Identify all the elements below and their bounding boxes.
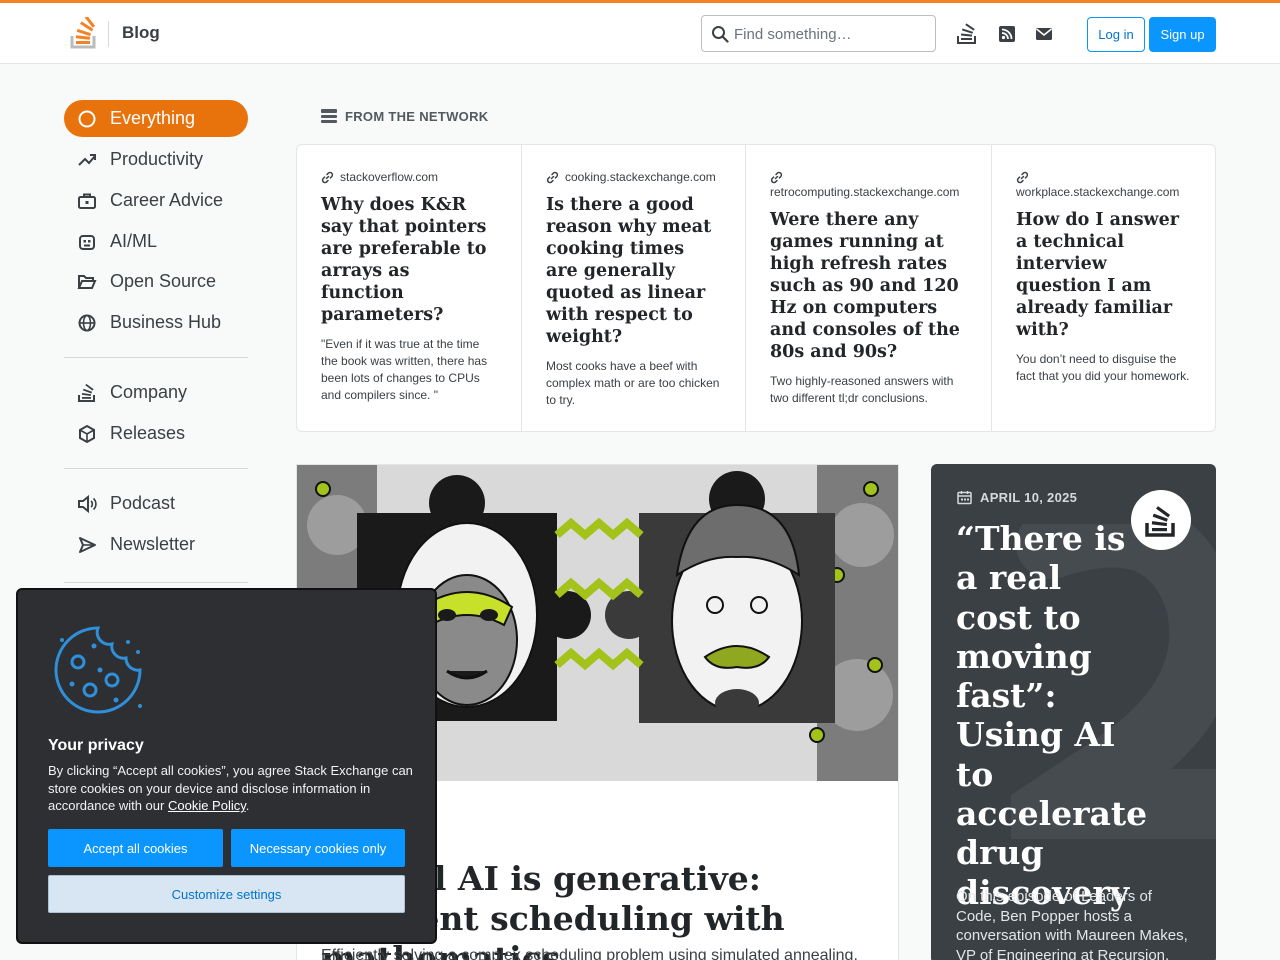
network-questions: stackoverflow.com Why does K&R say that …	[296, 144, 1216, 432]
search-input[interactable]	[734, 22, 929, 46]
send-icon	[77, 535, 97, 555]
blog-title[interactable]: Blog	[122, 23, 160, 43]
sidebar-item-productivity[interactable]: Productivity	[64, 141, 248, 178]
sidebar-item-everything[interactable]: Everything	[64, 100, 248, 137]
sidebar-item-label: Productivity	[110, 149, 204, 169]
stack-logo-icon	[77, 383, 97, 403]
network-site: retrocomputing.stackexchange.com	[770, 169, 967, 201]
sidebar-divider	[64, 357, 248, 358]
signup-button[interactable]: Sign up	[1149, 17, 1216, 52]
question-excerpt: "Even if it was true at the time the boo…	[321, 337, 488, 402]
sidebar-item-company[interactable]: Company	[64, 374, 248, 411]
sidebar-item-podcast[interactable]: Podcast	[64, 485, 248, 522]
sidebar-item-ai-ml[interactable]: AI/ML	[64, 223, 248, 260]
sidebar-item-label: Business Hub	[110, 312, 222, 332]
site-name: stackoverflow.com	[340, 170, 439, 184]
cookie-policy-link[interactable]: Cookie Policy	[168, 798, 246, 813]
network-site: cooking.stackexchange.com	[546, 169, 721, 186]
sidebar-item-label: Newsletter	[110, 534, 196, 554]
cube-icon	[77, 424, 97, 444]
podcast-card[interactable]: APRIL 10, 2025 “There is a real cost to …	[931, 464, 1216, 960]
stack-logo-icon	[1145, 506, 1175, 537]
top-bar: Blog Log in Sign up	[0, 0, 1280, 64]
network-card[interactable]: cooking.stackexchange.com Is there a goo…	[521, 145, 745, 431]
site-name: workplace.stackexchange.com	[1016, 185, 1180, 199]
podcast-date: APRIL 10, 2025	[957, 490, 1077, 505]
sidebar-item-label: Company	[110, 382, 188, 402]
question-title[interactable]: Is there a good reason why meat cooking …	[546, 194, 721, 348]
question-excerpt: Two highly-reasoned answers with two dif…	[770, 374, 954, 405]
search-icon	[712, 26, 729, 43]
podcast-title[interactable]: “There is a real cost to moving fast”: U…	[956, 519, 1147, 912]
calendar-icon	[957, 491, 972, 505]
search-box[interactable]	[701, 15, 936, 52]
featured-article-summary: Efficiently solving a complex scheduling…	[321, 947, 858, 960]
sidebar-item-career-advice[interactable]: Career Advice	[64, 182, 248, 219]
heading-text: FROM THE NETWORK	[345, 108, 489, 124]
question-title[interactable]: How do I answer a technical interview qu…	[1016, 209, 1193, 341]
folder-open-icon	[77, 272, 97, 292]
link-icon	[1016, 171, 1029, 184]
site-name: cooking.stackexchange.com	[565, 170, 716, 184]
cookie-dialog-title: Your privacy	[48, 737, 144, 754]
stack-exchange-icon[interactable]	[956, 23, 978, 45]
question-title[interactable]: Why does K&R say that pointers are prefe…	[321, 194, 497, 326]
sidebar-item-label: Releases	[110, 423, 186, 443]
login-button[interactable]: Log in	[1087, 17, 1145, 52]
robot-icon	[77, 232, 97, 252]
sidebar-item-label: Everything	[110, 108, 196, 128]
podcast-summary: On this episode of Leaders of Code, Ben …	[956, 888, 1188, 960]
question-title[interactable]: Were there any games running at high ref…	[770, 209, 967, 363]
sidebar-item-label: Open Source	[110, 271, 217, 291]
network-card[interactable]: stackoverflow.com Why does K&R say that …	[297, 145, 521, 431]
cookie-icon	[54, 626, 142, 714]
circle-icon	[77, 109, 97, 129]
globe-icon	[77, 313, 97, 333]
question-excerpt: You don’t need to disguise the fact that…	[1016, 352, 1190, 383]
date-text: APRIL 10, 2025	[980, 490, 1078, 505]
cookie-consent-dialog: Your privacy By clicking “Accept all coo…	[16, 588, 437, 944]
sidebar-item-label: Podcast	[110, 493, 176, 513]
sidebar-divider	[64, 468, 248, 469]
cookie-dialog-text: By clicking “Accept all cookies”, you ag…	[48, 763, 413, 814]
accept-all-cookies-button[interactable]: Accept all cookies	[48, 829, 223, 867]
sidebar-item-newsletter[interactable]: Newsletter	[64, 526, 248, 563]
network-site: workplace.stackexchange.com	[1016, 169, 1193, 201]
sidebar-item-label: AI/ML	[110, 231, 158, 251]
necessary-cookies-button[interactable]: Necessary cookies only	[231, 829, 405, 867]
link-icon	[770, 171, 783, 184]
from-the-network-heading: FROM THE NETWORK	[321, 108, 488, 124]
briefcase-icon	[77, 191, 97, 211]
speaker-icon	[77, 494, 97, 514]
sidebar-item-label: Career Advice	[110, 190, 224, 210]
mail-icon[interactable]	[1033, 23, 1055, 45]
stack-badge	[1131, 490, 1191, 550]
network-site: stackoverflow.com	[321, 169, 497, 186]
rss-icon[interactable]	[996, 23, 1018, 45]
stack-logo-icon[interactable]	[70, 17, 98, 49]
logo-divider	[108, 21, 109, 47]
sidebar-item-releases[interactable]: Releases	[64, 415, 248, 452]
sidebar-divider	[64, 582, 248, 583]
network-card[interactable]: workplace.stackexchange.com How do I ans…	[991, 145, 1215, 431]
link-icon	[321, 171, 334, 184]
customize-settings-button[interactable]: Customize settings	[48, 875, 405, 913]
stack-list-icon	[321, 109, 337, 123]
sidebar-item-open-source[interactable]: Open Source	[64, 263, 248, 300]
trending-up-icon	[77, 150, 97, 170]
site-name: retrocomputing.stackexchange.com	[770, 185, 960, 199]
link-icon	[546, 171, 559, 184]
sidebar-item-business-hub[interactable]: Business Hub	[64, 304, 248, 341]
question-excerpt: Most cooks have a beef with complex math…	[546, 359, 720, 407]
network-card[interactable]: retrocomputing.stackexchange.com Were th…	[745, 145, 991, 431]
